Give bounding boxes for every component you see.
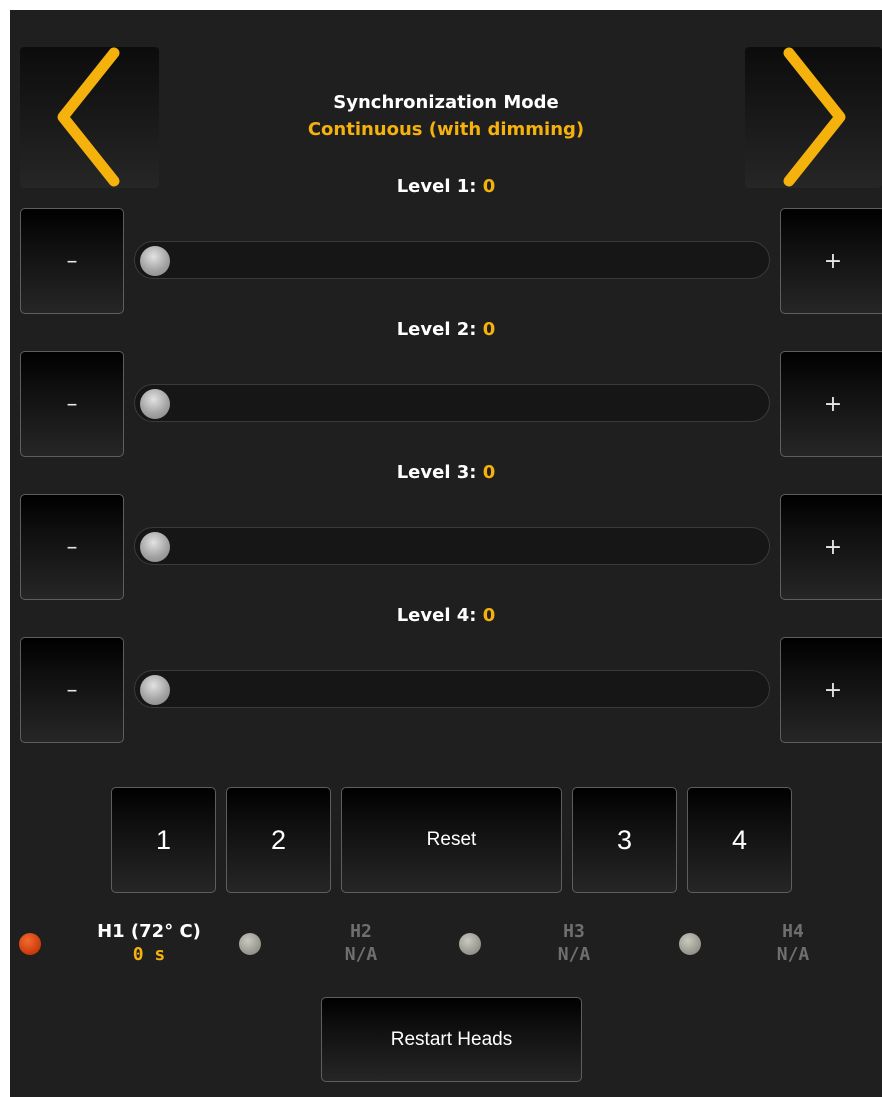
level-4-slider-thumb[interactable]	[140, 675, 170, 705]
level-4-label-text: Level 4:	[396, 605, 483, 626]
head-2-value: N/A	[344, 944, 378, 965]
level-4-decrease-button[interactable]: –	[20, 637, 124, 743]
head-2-status-indicator	[239, 933, 261, 955]
level-3-slider[interactable]	[134, 527, 770, 565]
preset-2-button[interactable]: 2	[226, 787, 331, 893]
level-4-label: Level 4: 0	[0, 605, 882, 626]
head-3-value: N/A	[557, 944, 591, 965]
mode-title: Synchronization Mode	[333, 92, 559, 113]
previous-mode-button[interactable]	[20, 47, 159, 188]
level-1-value: 0	[482, 176, 496, 197]
minus-icon: –	[66, 677, 78, 703]
level-1-slider[interactable]	[134, 241, 770, 279]
level-2-slider-thumb[interactable]	[140, 389, 170, 419]
level-4-value: 0	[482, 605, 496, 626]
head-3-name: H3	[563, 921, 585, 942]
next-mode-button[interactable]	[745, 47, 882, 188]
level-2-label-text: Level 2:	[396, 319, 483, 340]
head-4-name: H4	[782, 921, 804, 942]
preset-4-button[interactable]: 4	[687, 787, 792, 893]
level-4-slider[interactable]	[134, 670, 770, 708]
level-2-decrease-button[interactable]: –	[20, 351, 124, 457]
preset-1-button[interactable]: 1	[111, 787, 216, 893]
head-1-value: 0 s	[132, 944, 166, 965]
head-1-name: H1 (72° C)	[97, 921, 201, 942]
plus-icon: +	[823, 677, 843, 703]
level-3-increase-button[interactable]: +	[780, 494, 882, 600]
head-4-status-indicator	[679, 933, 701, 955]
level-1-slider-thumb[interactable]	[140, 246, 170, 276]
preset-3-button[interactable]: 3	[572, 787, 677, 893]
head-3-status: H3 N/A	[499, 920, 649, 966]
mode-value: Continuous (with dimming)	[307, 119, 585, 140]
level-2-increase-button[interactable]: +	[780, 351, 882, 457]
head-4-value: N/A	[776, 944, 810, 965]
head-1-status-indicator	[19, 933, 41, 955]
head-2-status: H2 N/A	[286, 920, 436, 966]
level-1-increase-button[interactable]: +	[780, 208, 882, 314]
level-1-decrease-button[interactable]: –	[20, 208, 124, 314]
plus-icon: +	[823, 248, 843, 274]
level-4-increase-button[interactable]: +	[780, 637, 882, 743]
level-3-label-text: Level 3:	[396, 462, 483, 483]
chevron-left-icon	[57, 47, 120, 187]
level-3-label: Level 3: 0	[0, 462, 882, 483]
head-1-status: H1 (72° C) 0 s	[74, 920, 224, 966]
reset-button[interactable]: Reset	[341, 787, 562, 893]
plus-icon: +	[823, 391, 843, 417]
restart-heads-button[interactable]: Restart Heads	[321, 997, 582, 1082]
chevron-right-icon	[783, 47, 846, 187]
minus-icon: –	[66, 534, 78, 560]
level-3-value: 0	[482, 462, 496, 483]
level-2-slider[interactable]	[134, 384, 770, 422]
level-1-label: Level 1: 0	[0, 176, 882, 197]
level-1-label-text: Level 1:	[396, 176, 483, 197]
level-2-value: 0	[482, 319, 496, 340]
head-2-name: H2	[350, 921, 372, 942]
head-4-status: H4 N/A	[718, 920, 868, 966]
level-3-decrease-button[interactable]: –	[20, 494, 124, 600]
level-3-slider-thumb[interactable]	[140, 532, 170, 562]
level-2-label: Level 2: 0	[0, 319, 882, 340]
minus-icon: –	[66, 391, 78, 417]
minus-icon: –	[66, 248, 78, 274]
head-3-status-indicator	[459, 933, 481, 955]
plus-icon: +	[823, 534, 843, 560]
